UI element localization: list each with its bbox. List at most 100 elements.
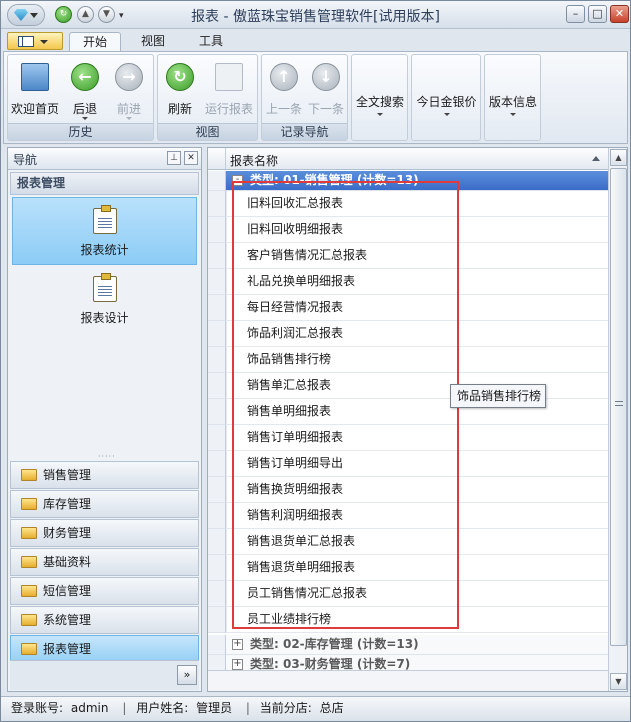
module-finance[interactable]: 财务管理 bbox=[10, 519, 199, 547]
module-sms[interactable]: 短信管理 bbox=[10, 577, 199, 605]
row-indicator[interactable] bbox=[208, 243, 226, 269]
prev-record-button[interactable]: ↑ 上一条 bbox=[264, 59, 304, 121]
nav-item-label: 报表统计 bbox=[80, 243, 129, 257]
row-indicator[interactable] bbox=[208, 581, 226, 607]
group-row[interactable]: + 类型: 02-库存管理 (计数=13) bbox=[226, 635, 608, 655]
version-info-button[interactable]: 版本信息 bbox=[486, 93, 540, 123]
row-indicator[interactable] bbox=[208, 399, 226, 425]
nav-title: 导航 bbox=[13, 153, 38, 167]
folder-icon bbox=[21, 498, 37, 510]
row-indicator[interactable] bbox=[208, 529, 226, 555]
module-sales[interactable]: 销售管理 bbox=[10, 461, 199, 489]
folder-icon bbox=[21, 643, 37, 655]
forward-button[interactable]: → 前进 bbox=[108, 59, 150, 121]
group-label: 类型: 03-财务管理 (计数=7) bbox=[250, 657, 411, 671]
table-row[interactable]: 员工业绩排行榜 bbox=[226, 607, 608, 633]
row-indicator[interactable] bbox=[208, 295, 226, 321]
row-indicator[interactable] bbox=[208, 635, 226, 655]
menu-icon bbox=[18, 36, 34, 47]
row-indicator[interactable] bbox=[208, 171, 226, 191]
table-row[interactable]: 旧料回收明细报表 bbox=[226, 217, 608, 243]
run-report-button[interactable]: 运行报表 bbox=[202, 59, 256, 121]
scroll-down-icon[interactable]: ▼ bbox=[610, 673, 627, 690]
chevron-down-icon bbox=[40, 40, 48, 44]
table-row[interactable]: 销售退货单汇总报表 bbox=[226, 529, 608, 555]
module-label: 财务管理 bbox=[43, 526, 92, 540]
close-button[interactable]: ✕ bbox=[610, 5, 629, 23]
row-indicator-header bbox=[208, 148, 226, 169]
splitter-grip[interactable]: ····· bbox=[98, 452, 116, 461]
next-record-button[interactable]: ↓ 下一条 bbox=[306, 59, 346, 121]
tab-tools[interactable]: 工具 bbox=[185, 32, 237, 52]
gold-price-label: 今日金银价 bbox=[416, 95, 477, 109]
horizontal-scrollbar[interactable] bbox=[208, 670, 608, 691]
pin-icon[interactable]: ⊥ bbox=[167, 151, 181, 165]
welcome-button[interactable]: 欢迎首页 bbox=[10, 59, 60, 121]
version-label: 版本信息 bbox=[488, 95, 537, 109]
table-row[interactable]: 每日经营情况报表 bbox=[226, 295, 608, 321]
table-row[interactable]: 销售利润明细报表 bbox=[226, 503, 608, 529]
row-indicator[interactable] bbox=[208, 191, 226, 217]
gold-price-button[interactable]: 今日金银价 bbox=[413, 93, 480, 123]
table-row[interactable]: 销售单明细报表 bbox=[226, 399, 608, 425]
table-row[interactable]: 销售订单明细报表 bbox=[226, 425, 608, 451]
vertical-scrollbar[interactable]: ▲ ▼ bbox=[608, 148, 627, 691]
nav-close-icon[interactable]: ✕ bbox=[184, 151, 198, 165]
table-row[interactable]: 礼品兑换单明细报表 bbox=[226, 269, 608, 295]
nav-footer: » bbox=[10, 660, 199, 690]
row-indicator[interactable] bbox=[208, 269, 226, 295]
maximize-button[interactable]: □ bbox=[588, 5, 607, 23]
nav-item-report-design[interactable]: 报表设计 bbox=[12, 266, 197, 334]
more-modules-button[interactable]: » bbox=[177, 665, 197, 685]
table-row[interactable]: 客户销售情况汇总报表 bbox=[226, 243, 608, 269]
module-label: 销售管理 bbox=[43, 468, 92, 482]
back-button[interactable]: ← 后退 bbox=[64, 59, 106, 121]
row-indicator[interactable] bbox=[208, 503, 226, 529]
expand-icon[interactable]: + bbox=[232, 639, 243, 650]
row-indicator[interactable] bbox=[208, 347, 226, 373]
tab-home[interactable]: 开始 bbox=[69, 32, 121, 52]
table-row[interactable]: 销售单汇总报表 bbox=[226, 373, 608, 399]
module-inventory[interactable]: 库存管理 bbox=[10, 490, 199, 518]
folder-icon bbox=[21, 585, 37, 597]
table-row[interactable]: 饰品销售排行榜 bbox=[226, 347, 608, 373]
table-row[interactable]: 旧料回收汇总报表 bbox=[226, 191, 608, 217]
table-row[interactable]: 员工销售情况汇总报表 bbox=[226, 581, 608, 607]
row-indicator[interactable] bbox=[208, 321, 226, 347]
row-indicator[interactable] bbox=[208, 555, 226, 581]
table-row[interactable]: 销售换货明细报表 bbox=[226, 477, 608, 503]
module-label: 短信管理 bbox=[43, 584, 92, 598]
scroll-up-icon[interactable]: ▲ bbox=[610, 149, 627, 166]
navigation-panel: 导航 ⊥ ✕ 报表管理 报表统计 报表设计 ····· 销售管理 库存管理 财务… bbox=[7, 147, 202, 692]
module-system[interactable]: 系统管理 bbox=[10, 606, 199, 634]
grip-icon bbox=[615, 401, 623, 406]
file-menu-button[interactable] bbox=[7, 32, 63, 50]
chevron-down-icon bbox=[510, 113, 516, 116]
table-row[interactable]: 销售订单明细导出 bbox=[226, 451, 608, 477]
expand-icon[interactable]: + bbox=[232, 659, 243, 670]
status-separator: | bbox=[245, 701, 250, 715]
scroll-thumb[interactable] bbox=[610, 168, 627, 646]
nav-item-report-stats[interactable]: 报表统计 bbox=[12, 197, 197, 265]
row-indicator[interactable] bbox=[208, 451, 226, 477]
row-indicator[interactable] bbox=[208, 425, 226, 451]
refresh-button[interactable]: ↻ 刷新 bbox=[160, 59, 200, 121]
group-row[interactable]: - 类型: 01-销售管理 (计数=13) bbox=[226, 171, 608, 191]
welcome-label: 欢迎首页 bbox=[10, 102, 59, 116]
table-row[interactable]: 饰品利润汇总报表 bbox=[226, 321, 608, 347]
module-reports[interactable]: 报表管理 bbox=[10, 635, 199, 663]
row-indicator[interactable] bbox=[208, 373, 226, 399]
arrow-right-icon: → bbox=[115, 63, 143, 91]
column-header-report-name[interactable]: 报表名称 bbox=[230, 152, 278, 169]
module-basic-data[interactable]: 基础资料 bbox=[10, 548, 199, 576]
fulltext-search-button[interactable]: 全文搜索 bbox=[353, 93, 407, 123]
minimize-button[interactable]: – bbox=[566, 5, 585, 23]
row-indicator[interactable] bbox=[208, 477, 226, 503]
table-row[interactable]: 销售退货单明细报表 bbox=[226, 555, 608, 581]
tab-view[interactable]: 视图 bbox=[127, 32, 179, 52]
row-indicator[interactable] bbox=[208, 217, 226, 243]
grid-header: 报表名称 bbox=[208, 148, 608, 170]
row-indicator[interactable] bbox=[208, 607, 226, 633]
collapse-icon[interactable]: - bbox=[232, 175, 243, 186]
chevron-down-icon bbox=[126, 117, 132, 120]
